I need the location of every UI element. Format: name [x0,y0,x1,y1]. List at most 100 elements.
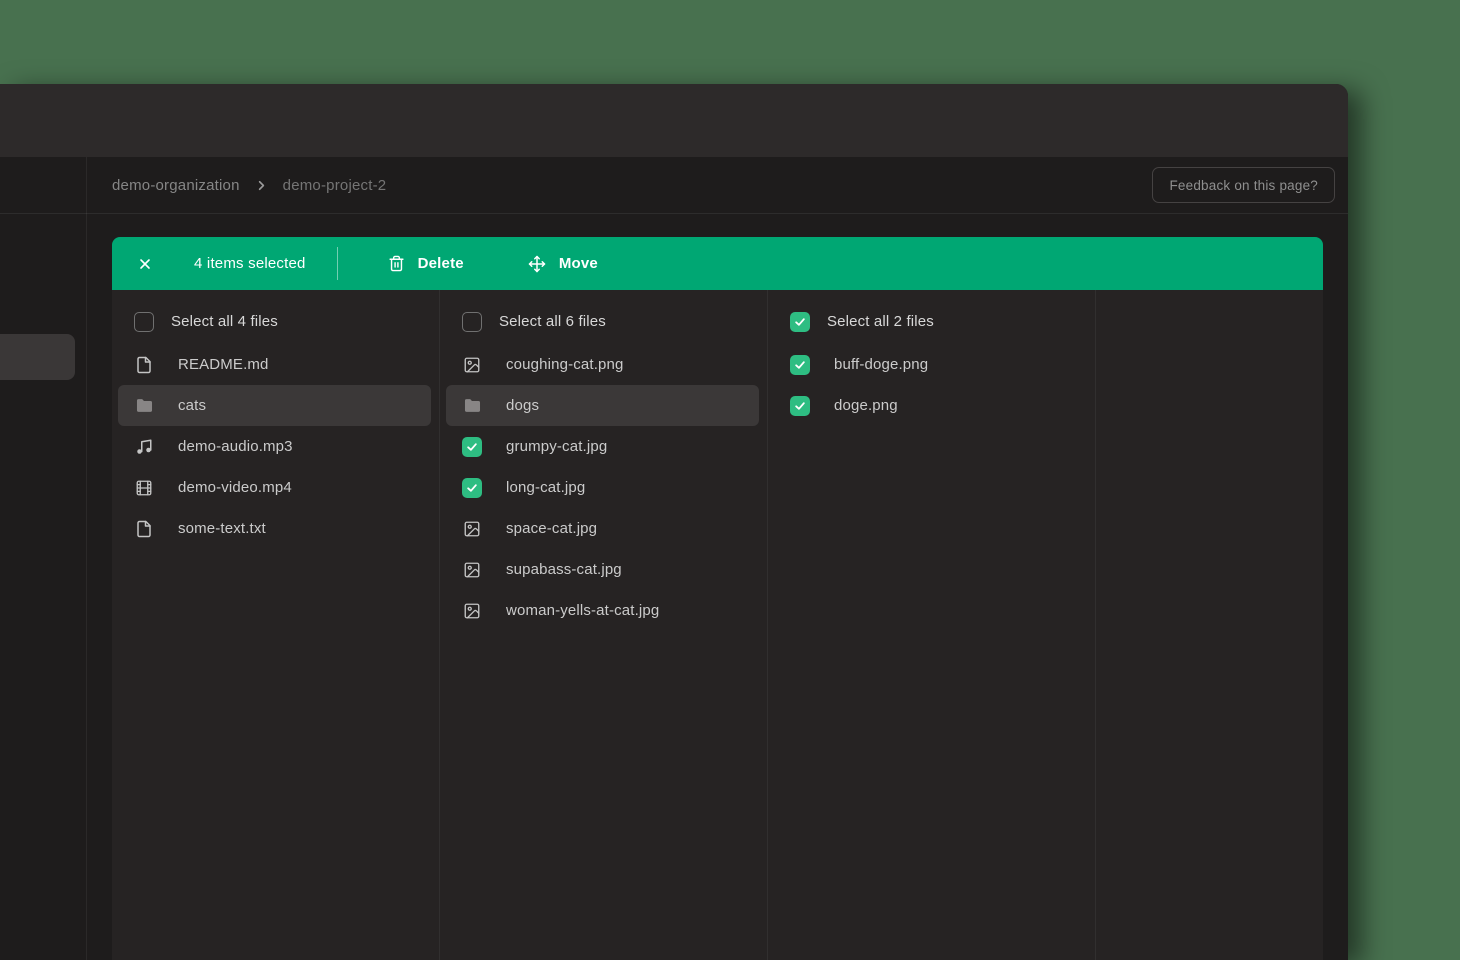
row-icon-slot [134,478,154,498]
select-all-row[interactable]: Select all 2 files [768,301,1095,342]
select-all-checkbox[interactable] [462,312,482,332]
file-name: demo-audio.mp3 [178,438,293,455]
checkmark-icon [465,440,479,454]
folder-icon [463,396,482,415]
file-name: some-text.txt [178,520,266,537]
image-icon [463,561,481,579]
image-icon [463,356,481,374]
select-all-checkbox[interactable] [134,312,154,332]
file-row[interactable]: demo-audio.mp3 [112,426,439,467]
row-icon-slot [462,437,482,457]
checkmark-icon [793,399,807,413]
move-button[interactable]: Move [528,255,598,273]
row-icon-slot [134,396,154,416]
checkmark-icon [465,481,479,495]
move-arrows-icon [528,255,546,273]
file-row[interactable]: woman-yells-at-cat.jpg [440,590,767,631]
row-icon-slot [134,355,154,375]
feedback-button[interactable]: Feedback on this page? [1152,167,1335,203]
breadcrumb-bar: demo-organization demo-project-2 Feedbac… [0,157,1348,214]
file-row[interactable]: long-cat.jpg [440,467,767,508]
file-row[interactable]: demo-video.mp4 [112,467,439,508]
breadcrumb-project[interactable]: demo-project-2 [283,177,387,194]
file-checkbox-checked[interactable] [462,437,482,457]
file-explorer: 4 items selected Delete Move [112,237,1323,960]
file-name: woman-yells-at-cat.jpg [506,602,659,619]
empty-column [1096,290,1323,960]
select-all-label: Select all 6 files [499,313,606,330]
file-row[interactable]: coughing-cat.png [440,344,767,385]
trash-icon [388,255,405,272]
checkmark-icon [793,315,807,329]
file-row[interactable]: space-cat.jpg [440,508,767,549]
select-all-label: Select all 4 files [171,313,278,330]
file-row[interactable]: dogs [446,385,759,426]
audio-icon [135,438,153,456]
file-checkbox-checked[interactable] [790,355,810,375]
file-column: Select all 6 files coughing-cat.png dogs… [440,290,768,960]
move-label: Move [559,255,598,272]
file-list: README.md cats demo-audio.mp3 demo-video… [112,344,439,549]
row-icon-slot [462,312,482,332]
select-all-row[interactable]: Select all 6 files [440,301,767,342]
selection-toolbar: 4 items selected Delete Move [112,237,1323,290]
row-icon-slot [134,437,154,457]
row-icon-slot [462,355,482,375]
row-icon-slot [790,355,810,375]
file-name: doge.png [834,397,898,414]
file-name: dogs [506,397,539,414]
file-checkbox-checked[interactable] [462,478,482,498]
row-icon-slot [462,601,482,621]
select-all-checkbox[interactable] [790,312,810,332]
sidebar-active-item[interactable] [0,334,75,380]
breadcrumb: demo-organization demo-project-2 [112,177,386,194]
file-row[interactable]: cats [118,385,431,426]
file-column: Select all 2 files buff-doge.png doge.pn… [768,290,1096,960]
window-titlebar [0,84,1348,157]
select-all-row[interactable]: Select all 4 files [112,301,439,342]
file-row[interactable]: grumpy-cat.jpg [440,426,767,467]
file-columns: Select all 4 files README.md cats demo-a… [112,290,1323,960]
file-icon [135,356,153,374]
video-icon [135,479,153,497]
row-icon-slot [134,519,154,539]
row-icon-slot [462,478,482,498]
breadcrumb-organization[interactable]: demo-organization [112,177,240,194]
file-name: coughing-cat.png [506,356,624,373]
file-name: buff-doge.png [834,356,928,373]
checkmark-icon [793,358,807,372]
file-name: grumpy-cat.jpg [506,438,607,455]
chevron-right-icon [254,178,269,193]
file-row[interactable]: buff-doge.png [768,344,1095,385]
file-name: long-cat.jpg [506,479,585,496]
file-icon [135,520,153,538]
image-icon [463,520,481,538]
file-name: README.md [178,356,269,373]
file-row[interactable]: doge.png [768,385,1095,426]
sidebar [0,157,87,960]
file-checkbox-checked[interactable] [790,396,810,416]
file-list: buff-doge.png doge.png [768,344,1095,426]
image-icon [463,602,481,620]
row-icon-slot [462,519,482,539]
file-name: cats [178,397,206,414]
file-column: Select all 4 files README.md cats demo-a… [112,290,440,960]
file-row[interactable]: supabass-cat.jpg [440,549,767,590]
close-icon[interactable] [136,255,154,273]
file-row[interactable]: README.md [112,344,439,385]
file-name: supabass-cat.jpg [506,561,622,578]
row-icon-slot [134,312,154,332]
folder-icon [135,396,154,415]
toolbar-divider [337,247,338,280]
selected-count-label: 4 items selected [194,255,306,272]
file-name: space-cat.jpg [506,520,597,537]
delete-label: Delete [418,255,464,272]
row-icon-slot [790,396,810,416]
file-name: demo-video.mp4 [178,479,292,496]
file-row[interactable]: some-text.txt [112,508,439,549]
row-icon-slot [462,396,482,416]
delete-button[interactable]: Delete [388,255,464,272]
page-background: demo-organization demo-project-2 Feedbac… [0,0,1460,960]
select-all-label: Select all 2 files [827,313,934,330]
row-icon-slot [462,560,482,580]
